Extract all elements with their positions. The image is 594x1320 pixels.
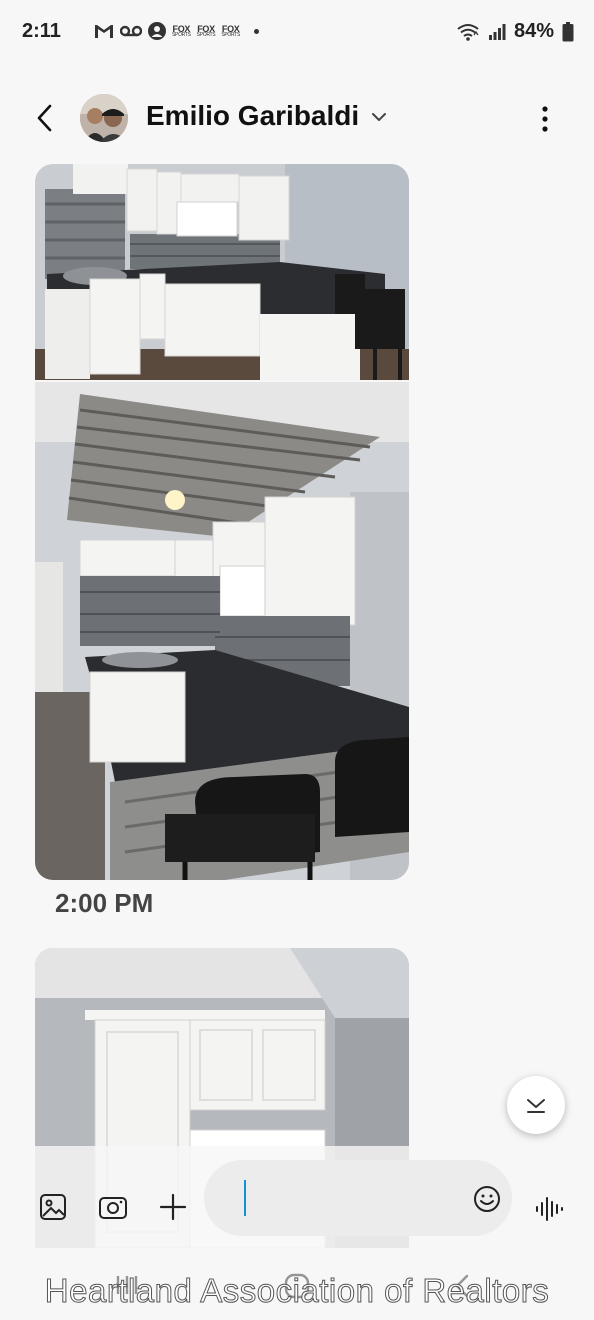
status-system-icons: 84% <box>456 20 574 43</box>
wifi-icon <box>457 23 479 41</box>
message-input[interactable] <box>204 1160 512 1236</box>
back-button[interactable] <box>30 100 60 136</box>
message-image[interactable] <box>35 382 409 880</box>
status-time: 2:11 <box>22 20 61 42</box>
camera-icon[interactable] <box>98 1192 128 1222</box>
signal-icon <box>488 23 506 40</box>
gmail-icon <box>95 25 113 38</box>
battery-icon <box>562 21 574 41</box>
fox-sports-icon: FOX SPORTS <box>172 23 191 38</box>
chevron-down-icon[interactable] <box>370 110 388 124</box>
conversation-header: Emilio Garibaldi <box>0 80 594 156</box>
watermark: Heartland Association of Realtors <box>44 1272 550 1310</box>
voice-input-icon[interactable] <box>534 1194 564 1224</box>
battery-percent: 84% <box>513 20 554 42</box>
contact-name[interactable]: Emilio Garibaldi <box>146 100 359 132</box>
plus-icon[interactable] <box>158 1192 188 1222</box>
status-bar: 2:11 FOX SPORTS FOX SPORTS FOX SPORTS 84% <box>0 0 594 66</box>
message-image[interactable] <box>35 164 409 380</box>
status-notification-icons: FOX SPORTS FOX SPORTS FOX SPORTS <box>94 22 260 40</box>
fox-sports-icon: FOX SPORTS <box>221 23 241 38</box>
dot-icon <box>254 28 260 34</box>
more-options-button[interactable] <box>530 102 560 136</box>
text-cursor <box>244 1180 246 1216</box>
scroll-to-bottom-button[interactable] <box>507 1076 565 1134</box>
gallery-icon[interactable] <box>38 1192 68 1222</box>
account-icon <box>148 22 166 40</box>
avatar[interactable] <box>80 94 128 142</box>
arrow-down-icon <box>527 1099 545 1113</box>
emoji-icon[interactable] <box>472 1184 502 1214</box>
voicemail-icon <box>120 25 142 37</box>
message-timestamp: 2:00 PM <box>55 888 154 918</box>
fox-sports-icon: FOX SPORTS <box>196 23 216 38</box>
message-composer <box>0 1146 594 1250</box>
